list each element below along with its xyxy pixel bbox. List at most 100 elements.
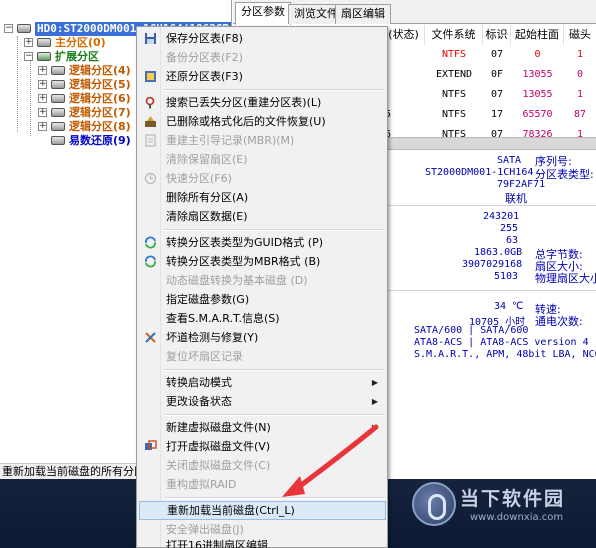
expand-icon[interactable]: + [38, 66, 47, 75]
menu-item-label: 已删除或格式化后的文件恢复(U) [166, 115, 326, 128]
menu-item-save-partition-table[interactable]: 保存分区表(F8) [139, 29, 386, 48]
capacity-value: 1863.0GB [474, 247, 523, 258]
submenu-arrow-icon: ▶ [371, 423, 378, 432]
tree-item-label: 易数还原(9) [69, 134, 131, 147]
context-menu: 保存分区表(F8) 备份分区表(F2) 还原分区表(F3) 搜索已丢失分区(重建… [136, 26, 388, 548]
column-header: 起始柱面 [511, 25, 564, 45]
partition-icon [51, 136, 65, 145]
restore-icon [145, 71, 156, 82]
mbr-icon [145, 134, 156, 147]
menu-item-close-virtual-disk[interactable]: 关闭虚拟磁盘文件(C) [139, 456, 386, 475]
expand-icon[interactable]: + [38, 80, 47, 89]
menu-item-hex-editor[interactable]: 打开16进制扇区编辑 [139, 539, 386, 548]
tree-guide-line [17, 36, 18, 132]
menu-item-bad-sector-repair[interactable]: 坏道检测与修复(Y) [139, 328, 386, 347]
menu-item-clear-reserved-sectors[interactable]: 清除保留扇区(E) [139, 150, 386, 169]
menu-item-label: 关闭虚拟磁盘文件(C) [166, 459, 271, 472]
menu-item-label: 新建虚拟磁盘文件(N) [166, 421, 271, 434]
fs-cell: NTFS [441, 89, 467, 100]
menu-item-device-status[interactable]: 更改设备状态 ▶ [139, 392, 386, 411]
menu-item-convert-to-guid[interactable]: 转换分区表类型为GUID格式 (P) [139, 233, 386, 252]
physical-sector-label: 物理扇区大小 [535, 272, 596, 285]
tree-item-label: 逻辑分区(8) [69, 120, 131, 133]
repair-icon [145, 332, 156, 343]
fs-cell: EXTEND [435, 69, 473, 80]
menu-item-file-recovery[interactable]: 已删除或格式化后的文件恢复(U) [139, 112, 386, 131]
menu-item-search-lost-partitions[interactable]: 搜索已丢失分区(重建分区表)(L) [139, 93, 386, 112]
expand-icon[interactable]: + [38, 122, 47, 131]
expand-icon[interactable]: + [38, 94, 47, 103]
menu-item-new-virtual-disk[interactable]: 新建虚拟磁盘文件(N) ▶ [139, 418, 386, 437]
head-cell: 1 [576, 49, 584, 60]
serial-value: 79F2AF71 [497, 179, 546, 190]
id-cell: 07 [490, 89, 504, 100]
sector-size-value: 5103 [494, 271, 519, 282]
save-icon [145, 33, 156, 44]
menu-item-boot-mode[interactable]: 转换启动模式 ▶ [139, 373, 386, 392]
expand-icon[interactable]: + [24, 38, 33, 47]
menu-item-label: 指定磁盘参数(G) [166, 293, 250, 306]
collapse-icon[interactable]: − [24, 52, 33, 61]
interface-value: SATA [497, 155, 522, 166]
menu-item-convert-to-mbr[interactable]: 转换分区表类型为MBR格式 (B) [139, 252, 386, 271]
menu-item-label: 坏道检测与修复(Y) [166, 331, 259, 344]
menu-item-label: 还原分区表(F3) [166, 70, 243, 83]
search-icon [145, 96, 155, 109]
menu-item-label: 打开虚拟磁盘文件(V) [166, 440, 271, 453]
features-value: S.M.A.R.T., APM, 48bit LBA, NCQ [414, 349, 596, 360]
cylinders-value: 243201 [483, 211, 520, 222]
menu-item-label: 查看S.M.A.R.T.信息(S) [166, 312, 280, 325]
menu-item-delete-all-partitions[interactable]: 删除所有分区(A) [139, 188, 386, 207]
expand-icon[interactable]: + [38, 108, 47, 117]
tree-item-label: 扩展分区 [55, 50, 99, 63]
watermark-url: www.downxia.com [470, 512, 564, 523]
sectors-value: 63 [506, 235, 519, 246]
menu-item-dynamic-to-basic[interactable]: 动态磁盘转换为基本磁盘 (D) [139, 271, 386, 290]
hard-disk-icon [17, 24, 31, 33]
head-cell: 0 [576, 69, 584, 80]
tab-sector-edit[interactable]: 扇区编辑 [335, 4, 391, 24]
column-header: (状态) [383, 25, 425, 45]
menu-separator [164, 414, 384, 416]
menu-separator [164, 89, 384, 91]
menu-item-smart-info[interactable]: 查看S.M.A.R.T.信息(S) [139, 309, 386, 328]
menu-separator [164, 497, 384, 499]
tree-item-label: 逻辑分区(7) [69, 106, 131, 119]
menu-item-clear-sector-data[interactable]: 清除扇区数据(E) [139, 207, 386, 226]
cylinder-cell: 13055 [522, 69, 553, 80]
menu-item-label: 备份分区表(F2) [166, 51, 243, 64]
heads-value: 255 [500, 223, 519, 234]
menu-item-quick-partition[interactable]: 快速分区(F6) [139, 169, 386, 188]
watermark-logo-icon [412, 482, 456, 526]
tree-guide-line [30, 60, 31, 136]
menu-item-rebuild-raid[interactable]: 重构虚拟RAID [139, 475, 386, 494]
menu-item-open-virtual-disk[interactable]: 打开虚拟磁盘文件(V) [139, 437, 386, 456]
tree-item-label: 主分区(0) [55, 36, 106, 49]
id-cell: 0F [490, 69, 504, 80]
partition-icon [37, 38, 51, 47]
menu-item-rebuild-mbr[interactable]: 重建主引导记录(MBR)(M) [139, 131, 386, 150]
power-count-label: 通电次数: [535, 315, 583, 328]
menu-item-backup-partition-table[interactable]: 备份分区表(F2) [139, 48, 386, 67]
menu-item-safe-eject[interactable]: 安全弹出磁盘(J) [139, 520, 386, 539]
menu-item-label: 安全弹出磁盘(J) [166, 523, 244, 536]
menu-item-reload-disk[interactable]: 重新加载当前磁盘(Ctrl_L) [139, 501, 386, 520]
open-vdisk-icon [145, 440, 157, 450]
menu-item-label: 重新加载当前磁盘(Ctrl_L) [167, 504, 295, 517]
head-cell: 1 [576, 89, 584, 100]
tab-partition-params[interactable]: 分区参数 [235, 2, 291, 25]
menu-separator [164, 369, 384, 371]
menu-item-disk-parameters[interactable]: 指定磁盘参数(G) [139, 290, 386, 309]
menu-item-label: 删除所有分区(A) [166, 191, 249, 204]
menu-item-reset-bad-sectors[interactable]: 复位坏扇区记录 [139, 347, 386, 366]
collapse-icon[interactable]: − [4, 24, 13, 33]
tree-item-label: 逻辑分区(4) [69, 64, 131, 77]
model-value: ST2000DM001-1CH164 [425, 167, 534, 178]
menu-separator [164, 229, 384, 231]
total-sectors-value: 3907029168 [462, 259, 523, 270]
menu-item-restore-partition-table[interactable]: 还原分区表(F3) [139, 67, 386, 86]
quick-partition-icon [144, 172, 157, 185]
recover-icon [145, 116, 156, 127]
menu-item-label: 保存分区表(F8) [166, 32, 243, 45]
convert-guid-icon [145, 236, 156, 249]
